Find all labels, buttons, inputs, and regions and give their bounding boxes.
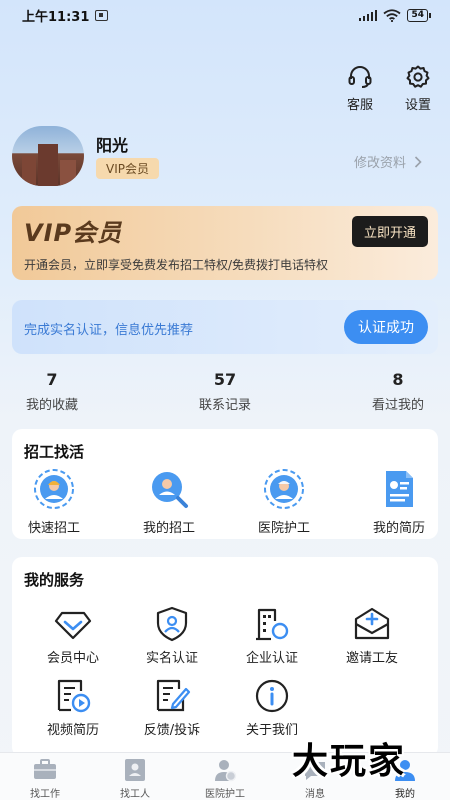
wifi-icon <box>383 8 402 22</box>
gear-icon <box>406 65 430 88</box>
video-resume-label: 视频简历 <box>46 723 99 738</box>
verification-card: 完成实名认证，信息优先推荐 认证成功 <box>12 300 438 354</box>
feedback-label: 反馈/投诉 <box>143 723 201 738</box>
invite-friends-label: 邀请工友 <box>345 651 398 666</box>
nav-profile-label: 我的 <box>395 789 415 800</box>
info-icon <box>255 679 289 713</box>
building-check-icon <box>256 608 289 641</box>
resume-icon <box>386 471 413 507</box>
recruit-card: 招工找活 快速招工 我的招工 医院护工 我的简历 <box>12 429 438 539</box>
about-us-label: 关于我们 <box>245 723 298 738</box>
stat-contacts[interactable]: 57 联系记录 <box>195 370 255 413</box>
profile-section: 阳光 VIP会员 修改资料 <box>12 126 438 186</box>
real-name-button[interactable]: 实名认证 <box>132 605 212 666</box>
signal-icon <box>358 9 378 21</box>
nav-find-job-label: 找工作 <box>30 789 60 800</box>
stats-row: 7 我的收藏 57 联系记录 8 看过我的 <box>12 370 438 416</box>
customer-service-button[interactable]: 客服 <box>342 64 378 113</box>
stat-label: 看过我的 <box>371 398 424 413</box>
vip-title: VIP会员 <box>24 219 123 247</box>
worker-card-icon <box>125 759 145 781</box>
nurse-icon <box>215 760 237 782</box>
search-person-icon <box>152 472 188 508</box>
feedback-button[interactable]: 反馈/投诉 <box>132 677 212 738</box>
member-center-label: 会员中心 <box>46 651 99 666</box>
briefcase-icon <box>34 759 56 779</box>
stat-viewers[interactable]: 8 看过我的 <box>368 370 428 413</box>
vip-description: 开通会员，立即享受免费发布招工特权/免费拨打电话特权 <box>24 258 329 272</box>
diamond-icon <box>54 611 92 640</box>
nav-find-worker[interactable]: 找工人 <box>100 757 170 800</box>
invite-friends-button[interactable]: 邀请工友 <box>332 605 412 666</box>
nav-find-job[interactable]: 找工作 <box>10 757 80 800</box>
nav-hospital-care-label: 医院护工 <box>205 789 245 800</box>
invite-mail-icon <box>354 607 390 640</box>
edit-profile-link[interactable]: 修改资料 <box>354 152 422 171</box>
quick-recruit-label: 快速招工 <box>27 521 80 536</box>
stat-favorites[interactable]: 7 我的收藏 <box>22 370 82 413</box>
services-title: 我的服务 <box>24 571 85 589</box>
verification-text: 完成实名认证，信息优先推荐 <box>24 323 194 338</box>
stat-value: 57 <box>213 370 237 389</box>
about-us-button[interactable]: 关于我们 <box>232 677 312 738</box>
stat-label: 联系记录 <box>198 398 251 413</box>
stat-value: 7 <box>46 370 58 389</box>
member-center-button[interactable]: 会员中心 <box>33 605 113 666</box>
nav-hospital-care[interactable]: 医院护工 <box>190 757 260 800</box>
settings-label: 设置 <box>404 98 431 113</box>
hospital-care-button[interactable]: 医院护工 <box>244 467 324 536</box>
top-actions: 客服 设置 <box>342 64 436 113</box>
nav-messages-label: 消息 <box>305 789 325 800</box>
feedback-edit-icon <box>156 679 191 712</box>
settings-button[interactable]: 设置 <box>400 64 436 113</box>
avatar[interactable] <box>12 126 84 186</box>
headset-icon <box>348 66 372 88</box>
nav-find-worker-label: 找工人 <box>120 789 150 800</box>
shield-user-icon <box>156 606 188 642</box>
quick-recruit-button[interactable]: 快速招工 <box>14 467 94 536</box>
edit-profile-label: 修改资料 <box>353 156 406 171</box>
company-verify-button[interactable]: 企业认证 <box>232 605 312 666</box>
battery-icon: 54 <box>407 8 431 22</box>
watermark: 大玩家 <box>292 741 407 782</box>
chevron-right-icon <box>414 155 422 168</box>
customer-service-label: 客服 <box>346 98 373 113</box>
video-resume-icon <box>57 679 91 713</box>
my-resume-button[interactable]: 我的简历 <box>359 467 439 536</box>
vip-open-button[interactable]: 立即开通 <box>351 216 428 247</box>
status-time: 上午11:31 <box>22 9 90 25</box>
hospital-care-label: 医院护工 <box>257 521 310 536</box>
vip-badge: VIP会员 <box>96 158 159 179</box>
company-verify-label: 企业认证 <box>245 651 298 666</box>
services-card: 我的服务 会员中心 实名认证 企业认证 邀请工友 视频简历 反馈/投诉 关于我们 <box>12 557 438 757</box>
sim-icon <box>95 9 109 21</box>
nurse-avatar-icon <box>264 469 304 509</box>
real-name-label: 实名认证 <box>145 651 198 666</box>
verification-button[interactable]: 认证成功 <box>344 310 428 344</box>
stat-value: 8 <box>392 370 404 389</box>
vip-card[interactable]: VIP会员 立即开通 开通会员，立即享受免费发布招工特权/免费拨打电话特权 <box>12 206 438 280</box>
stat-label: 我的收藏 <box>25 398 78 413</box>
my-resume-label: 我的简历 <box>372 521 425 536</box>
my-recruit-button[interactable]: 我的招工 <box>129 467 209 536</box>
worker-avatar-icon <box>34 469 74 509</box>
video-resume-button[interactable]: 视频简历 <box>33 677 113 738</box>
my-recruit-label: 我的招工 <box>142 521 195 536</box>
recruit-title: 招工找活 <box>24 443 85 461</box>
status-bar: 上午11:31 54 <box>0 0 450 30</box>
username: 阳光 <box>96 136 129 155</box>
